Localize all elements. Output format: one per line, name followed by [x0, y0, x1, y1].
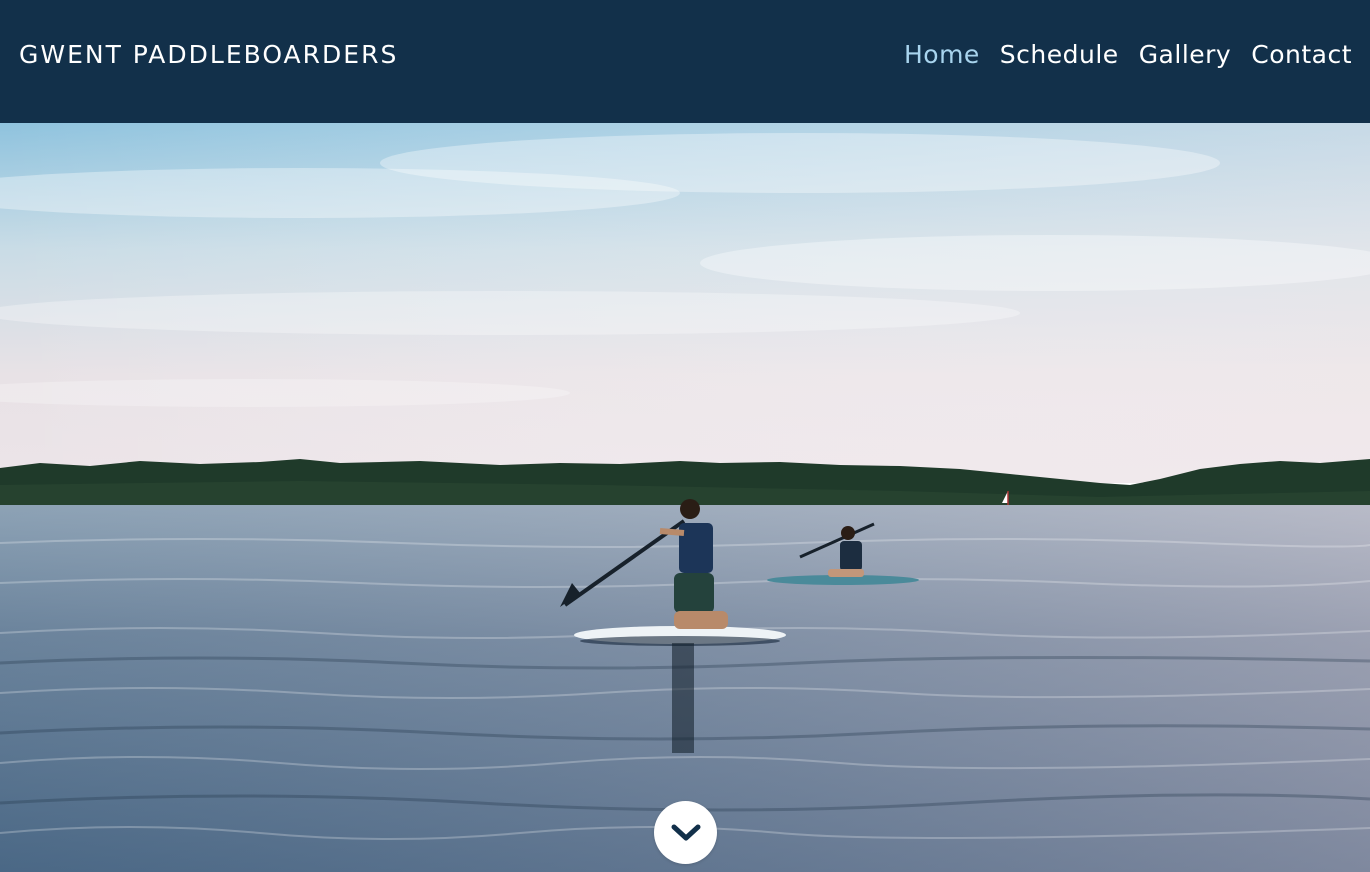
nav-link-contact[interactable]: Contact — [1251, 40, 1352, 69]
main-nav: Home Schedule Gallery Contact — [904, 40, 1352, 69]
hero-section — [0, 123, 1370, 872]
site-header: GWENT PADDLEBOARDERS Home Schedule Galle… — [0, 0, 1370, 123]
nav-link-home[interactable]: Home — [904, 40, 980, 69]
site-brand[interactable]: GWENT PADDLEBOARDERS — [19, 40, 398, 69]
hero-image — [0, 123, 1370, 872]
chevron-down-icon — [671, 824, 700, 840]
nav-link-gallery[interactable]: Gallery — [1139, 40, 1232, 69]
nav-link-schedule[interactable]: Schedule — [1000, 40, 1119, 69]
scroll-down-button[interactable] — [654, 801, 717, 864]
